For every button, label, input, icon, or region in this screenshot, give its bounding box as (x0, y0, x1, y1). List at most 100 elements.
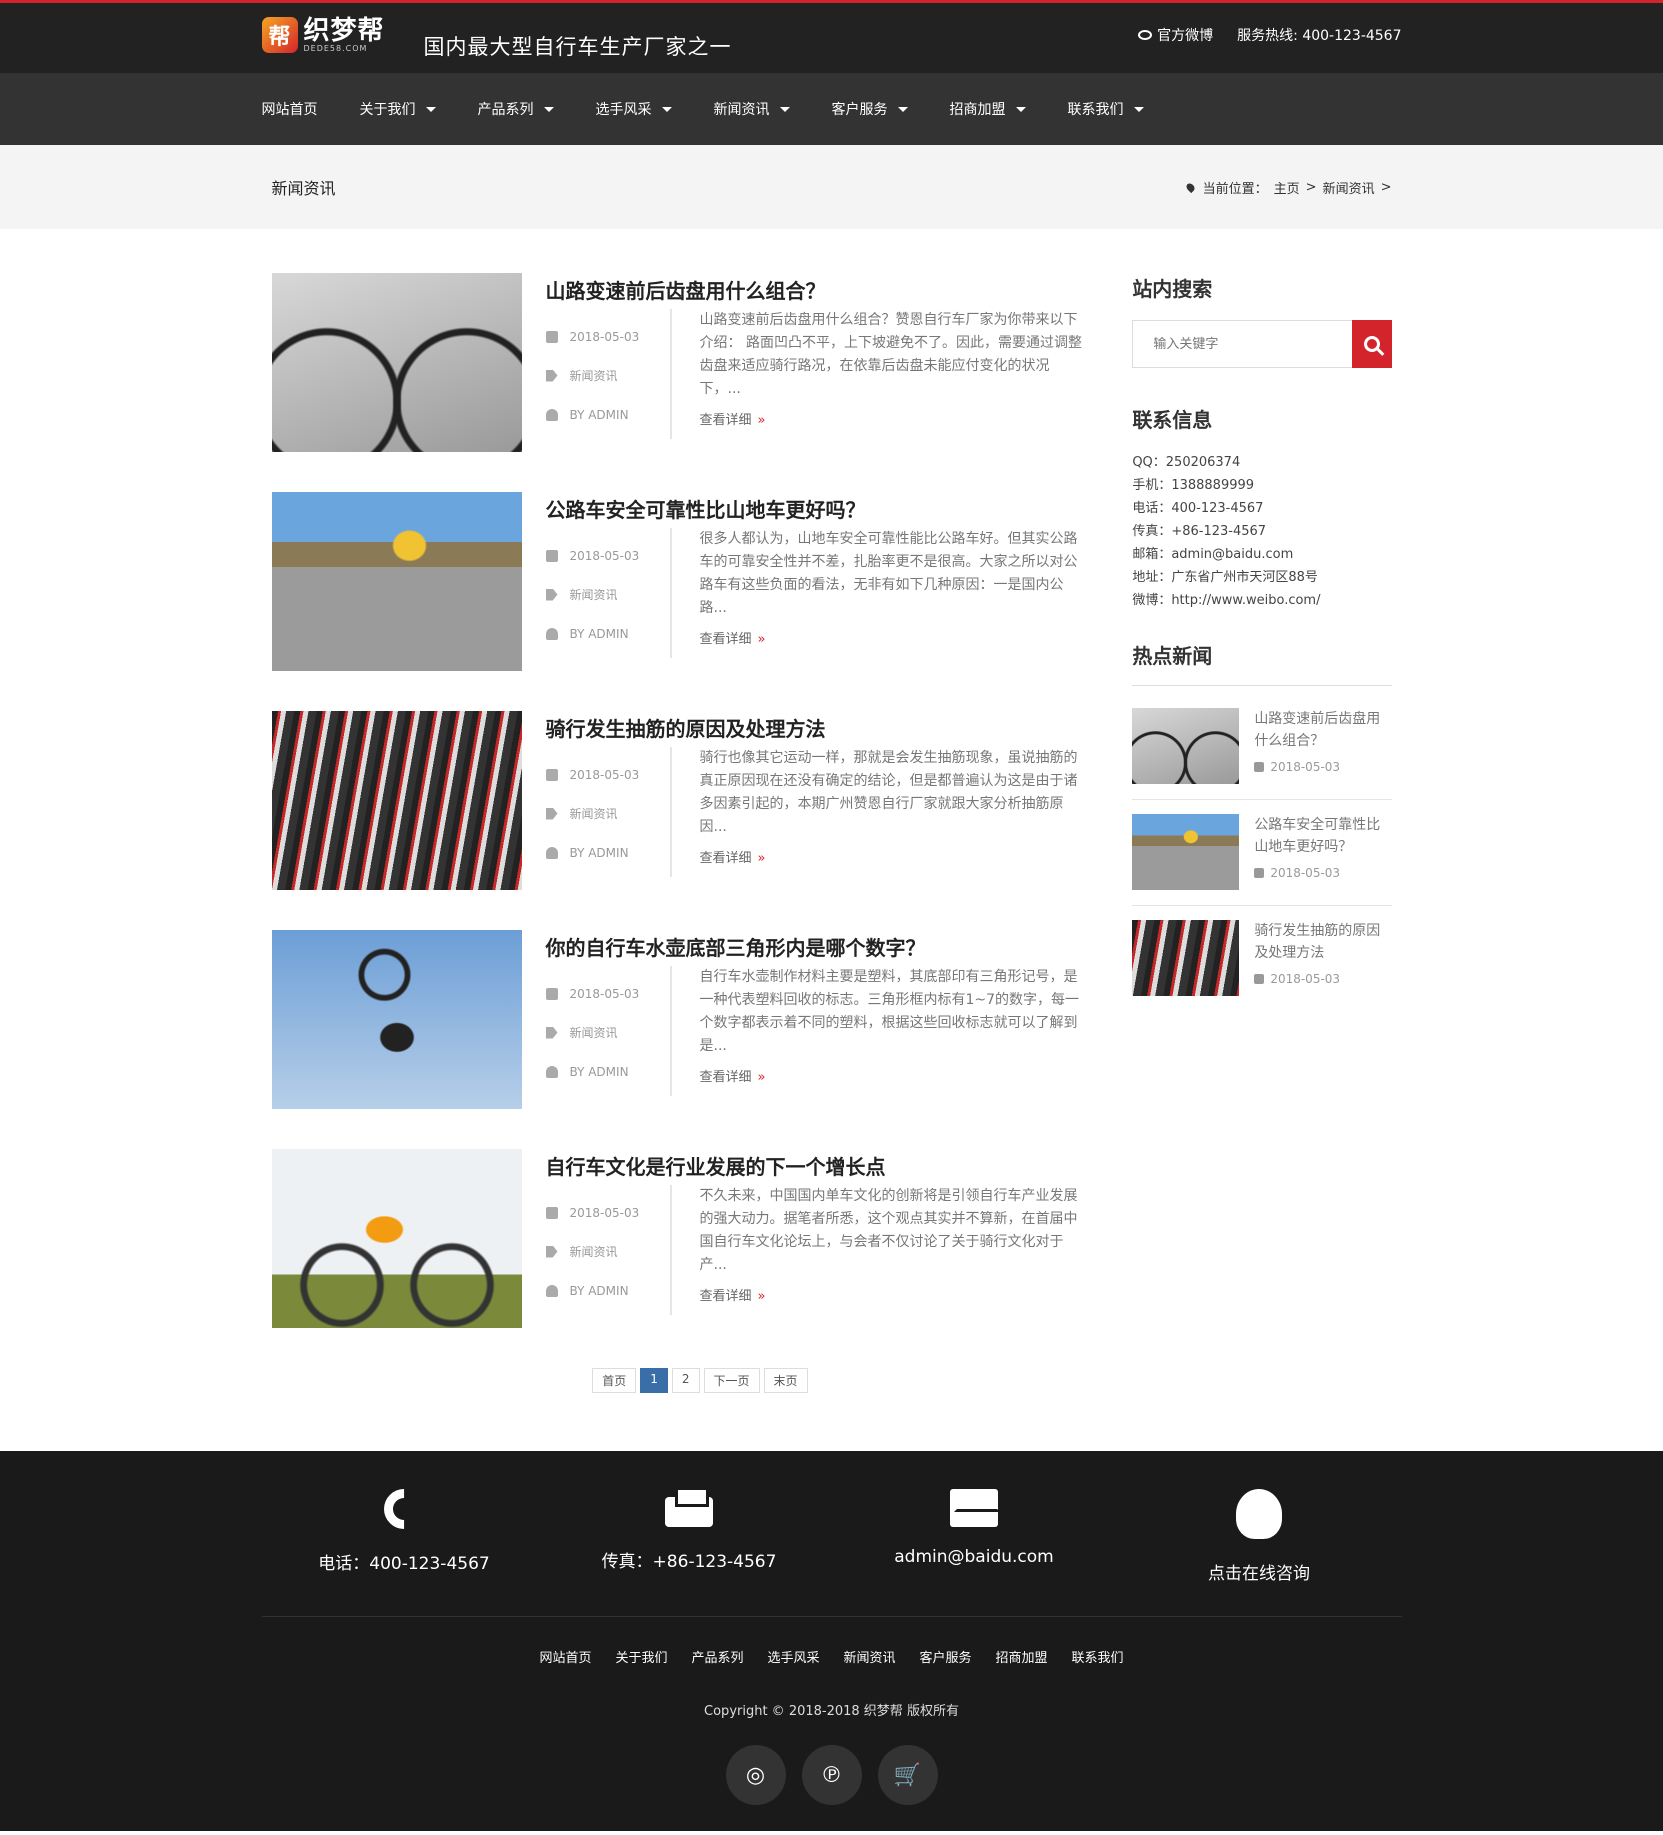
footer-link[interactable]: 招商加盟 (996, 1647, 1048, 1666)
hot-news-thumbnail[interactable] (1132, 920, 1240, 996)
news-thumbnail[interactable] (271, 492, 522, 671)
news-author-row: BY ADMIN (545, 1271, 670, 1310)
hot-news-date: 2018-05-03 (1270, 866, 1341, 880)
nav-item[interactable]: 新闻资讯 (714, 99, 790, 119)
news-category[interactable]: 新闻资讯 (570, 1024, 618, 1041)
news-title[interactable]: 你的自行车水壶底部三角形内是哪个数字？ (546, 932, 1089, 966)
pagination-item[interactable]: 1 (640, 1368, 668, 1393)
news-title[interactable]: 骑行发生抽筋的原因及处理方法 (546, 713, 1089, 747)
footer-link[interactable]: 产品系列 (691, 1647, 743, 1666)
search-button[interactable] (1351, 320, 1392, 368)
top-header: 帮 织梦帮 DEDE58.COM 国内最大型自行车生产厂家之一 官方微博 服务热… (0, 0, 1663, 73)
nav-item[interactable]: 关于我们 (360, 99, 436, 119)
news-title[interactable]: 公路车安全可靠性比山地车更好吗？ (546, 494, 1089, 528)
footer-link[interactable]: 网站首页 (539, 1647, 591, 1666)
news-author: BY ADMIN (569, 1064, 629, 1079)
footer-contact-text: 点击在线咨询 (1208, 1564, 1310, 1584)
footer-contact-item[interactable]: 点击在线咨询 (1117, 1451, 1402, 1616)
weibo-link[interactable]: 官方微博 (1138, 25, 1213, 45)
pagination-item[interactable]: 首页 (592, 1368, 637, 1393)
nav-item-label: 联系我们 (1067, 102, 1124, 118)
pinterest-button[interactable]: ℗ (801, 1745, 862, 1805)
footer-contact-item: admin@baidu.com (832, 1451, 1117, 1616)
search-icon (1363, 336, 1380, 352)
footer-link[interactable]: 联系我们 (1072, 1647, 1124, 1666)
breadcrumb-home[interactable]: 主页 (1274, 178, 1300, 197)
news-thumbnail[interactable] (271, 273, 522, 452)
pagination-item[interactable]: 下一页 (703, 1368, 760, 1393)
breadcrumb: 当前位置： 主页 > 新闻资讯 > (1184, 178, 1392, 197)
calendar-icon (545, 768, 558, 781)
hot-news-title[interactable]: 骑行发生抽筋的原因及处理方法 (1254, 920, 1391, 964)
tag-icon (545, 369, 558, 382)
hot-news-title[interactable]: 公路车安全可靠性比山地车更好吗？ (1254, 814, 1391, 858)
double-chevron-right-icon: » (757, 851, 766, 866)
breadcrumb-separator: > (1305, 179, 1317, 195)
nav-item[interactable]: 客户服务 (832, 99, 908, 119)
read-more-link[interactable]: 查看详细 » (700, 628, 1089, 647)
news-date-row: 2018-05-03 (545, 536, 670, 575)
news-title[interactable]: 自行车文化是行业发展的下一个增长点 (546, 1151, 1089, 1185)
read-more-link[interactable]: 查看详细 » (700, 1066, 1089, 1085)
read-more-link[interactable]: 查看详细 » (700, 1285, 1089, 1304)
search-input[interactable] (1132, 320, 1352, 368)
pagination-item[interactable]: 末页 (763, 1368, 808, 1393)
news-meta-row: 2018-05-03 新闻资讯 BY ADMIN 山路变速前后齿盘用什么组合？赞恩自行… (545, 309, 1089, 439)
news-thumbnail[interactable] (271, 711, 522, 890)
news-date: 2018-05-03 (569, 767, 640, 782)
news-thumbnail[interactable] (271, 1149, 522, 1328)
contact-line: 电话：400-123-4567 (1132, 501, 1264, 516)
hot-news-title[interactable]: 山路变速前后齿盘用什么组合？ (1254, 708, 1391, 752)
news-date: 2018-05-03 (569, 986, 640, 1001)
footer-contact-item: 电话：400-123-4567 (262, 1451, 547, 1616)
hot-news-thumbnail[interactable] (1132, 814, 1240, 890)
pagination-item[interactable]: 2 (671, 1368, 700, 1393)
footer-link[interactable]: 客户服务 (920, 1647, 972, 1666)
news-title[interactable]: 山路变速前后齿盘用什么组合？ (546, 275, 1089, 309)
double-chevron-right-icon: » (757, 1289, 766, 1304)
read-more-link[interactable]: 查看详细 » (700, 409, 1089, 428)
contact-line: 传真：+86-123-4567 (1132, 524, 1267, 539)
nav-item[interactable]: 联系我们 (1068, 99, 1144, 119)
cart-icon: 🛒 (893, 1762, 922, 1788)
news-thumbnail[interactable] (271, 930, 522, 1109)
news-category[interactable]: 新闻资讯 (570, 586, 618, 603)
breadcrumb-current[interactable]: 新闻资讯 (1323, 178, 1375, 197)
nav-item[interactable]: 招商加盟 (950, 99, 1026, 119)
printer-icon (665, 1487, 713, 1527)
footer-contact-item: 传真：+86-123-4567 (547, 1451, 832, 1616)
tag-icon (545, 807, 558, 820)
hotline: 服务热线: 400-123-4567 (1237, 28, 1402, 44)
hot-news-date: 2018-05-03 (1270, 760, 1341, 774)
news-excerpt: 骑行也像其它运动一样，那就是会发生抽筋现象，虽说抽筋的真正原因现在还没有确定的结… (699, 750, 1078, 835)
search-title: 站内搜索 (1132, 277, 1213, 301)
site-logo[interactable]: 帮 织梦帮 DEDE58.COM (261, 17, 385, 53)
news-excerpt: 很多人都认为，山地车安全可靠性能比公路车好。但其实公路车的可靠安全性并不差，扎胎… (699, 531, 1078, 616)
chevron-down-icon (897, 106, 908, 112)
footer-link[interactable]: 关于我们 (615, 1647, 667, 1666)
hot-news-info: 公路车安全可靠性比山地车更好吗？ 2018-05-03 (1254, 814, 1391, 891)
hot-news-title: 热点新闻 (1132, 640, 1392, 686)
site-slogan: 国内最大型自行车生产厂家之一 (423, 35, 732, 59)
news-category[interactable]: 新闻资讯 (570, 805, 618, 822)
weibo-button[interactable]: ◎ (725, 1745, 786, 1805)
read-more-link[interactable]: 查看详细 » (700, 847, 1089, 866)
footer-link[interactable]: 选手风采 (767, 1647, 819, 1666)
nav-item[interactable]: 产品系列 (478, 99, 554, 119)
calendar-icon (1254, 868, 1265, 878)
news-category[interactable]: 新闻资讯 (570, 1243, 618, 1260)
nav-item[interactable]: 选手风采 (596, 99, 672, 119)
nav-item[interactable]: 网站首页 (262, 99, 318, 119)
cart-button[interactable]: 🛒 (877, 1745, 938, 1805)
hot-news-item: 公路车安全可靠性比山地车更好吗？ 2018-05-03 (1132, 814, 1392, 906)
footer-link[interactable]: 新闻资讯 (844, 1647, 896, 1666)
read-more-label: 查看详细 (699, 1070, 752, 1085)
footer-contact-text: 传真：+86-123-4567 (601, 1552, 777, 1572)
hot-news-thumbnail[interactable] (1132, 708, 1240, 784)
news-category[interactable]: 新闻资讯 (570, 367, 618, 384)
chevron-down-icon (661, 106, 672, 112)
breadcrumb-separator: > (1380, 179, 1392, 195)
calendar-icon (545, 1206, 558, 1219)
pagination: 首页 1 2 下一页 末页 (312, 1368, 1089, 1393)
hot-news-info: 山路变速前后齿盘用什么组合？ 2018-05-03 (1254, 708, 1391, 785)
